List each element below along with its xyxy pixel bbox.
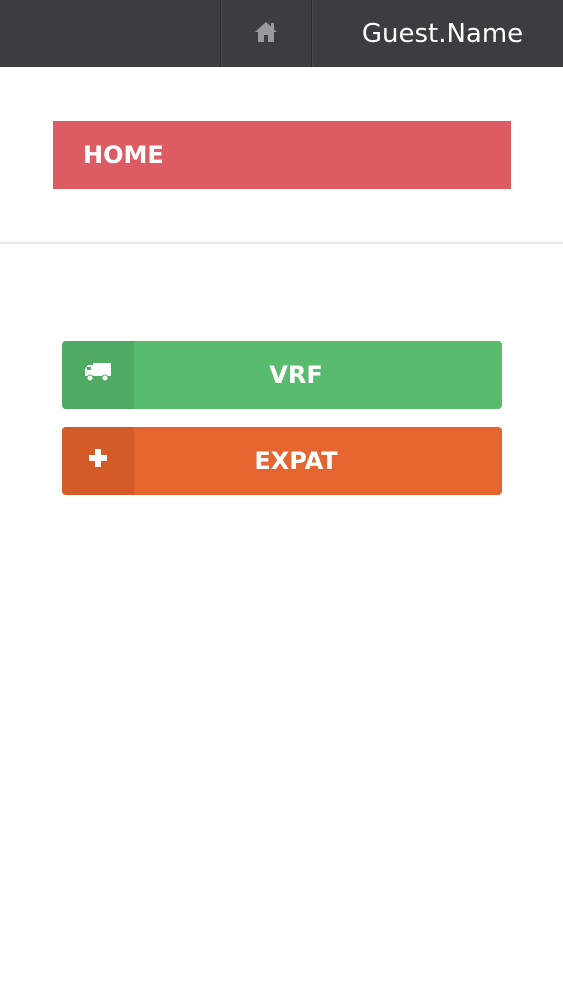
top-navbar: Guest.Name [0,0,563,67]
expat-icon-box [62,427,134,495]
vrf-button[interactable]: VRF [62,341,502,409]
vrf-label: VRF [269,361,323,389]
section-divider [0,242,563,244]
home-icon [254,21,278,47]
expat-button[interactable]: EXPAT [62,427,502,495]
plus-icon [84,446,112,476]
expat-label: EXPAT [254,447,338,475]
home-button[interactable] [221,0,311,67]
truck-icon [84,360,112,390]
vrf-icon-box [62,341,134,409]
user-menu[interactable]: Guest.Name [312,0,563,67]
page-title: HOME [53,121,511,189]
